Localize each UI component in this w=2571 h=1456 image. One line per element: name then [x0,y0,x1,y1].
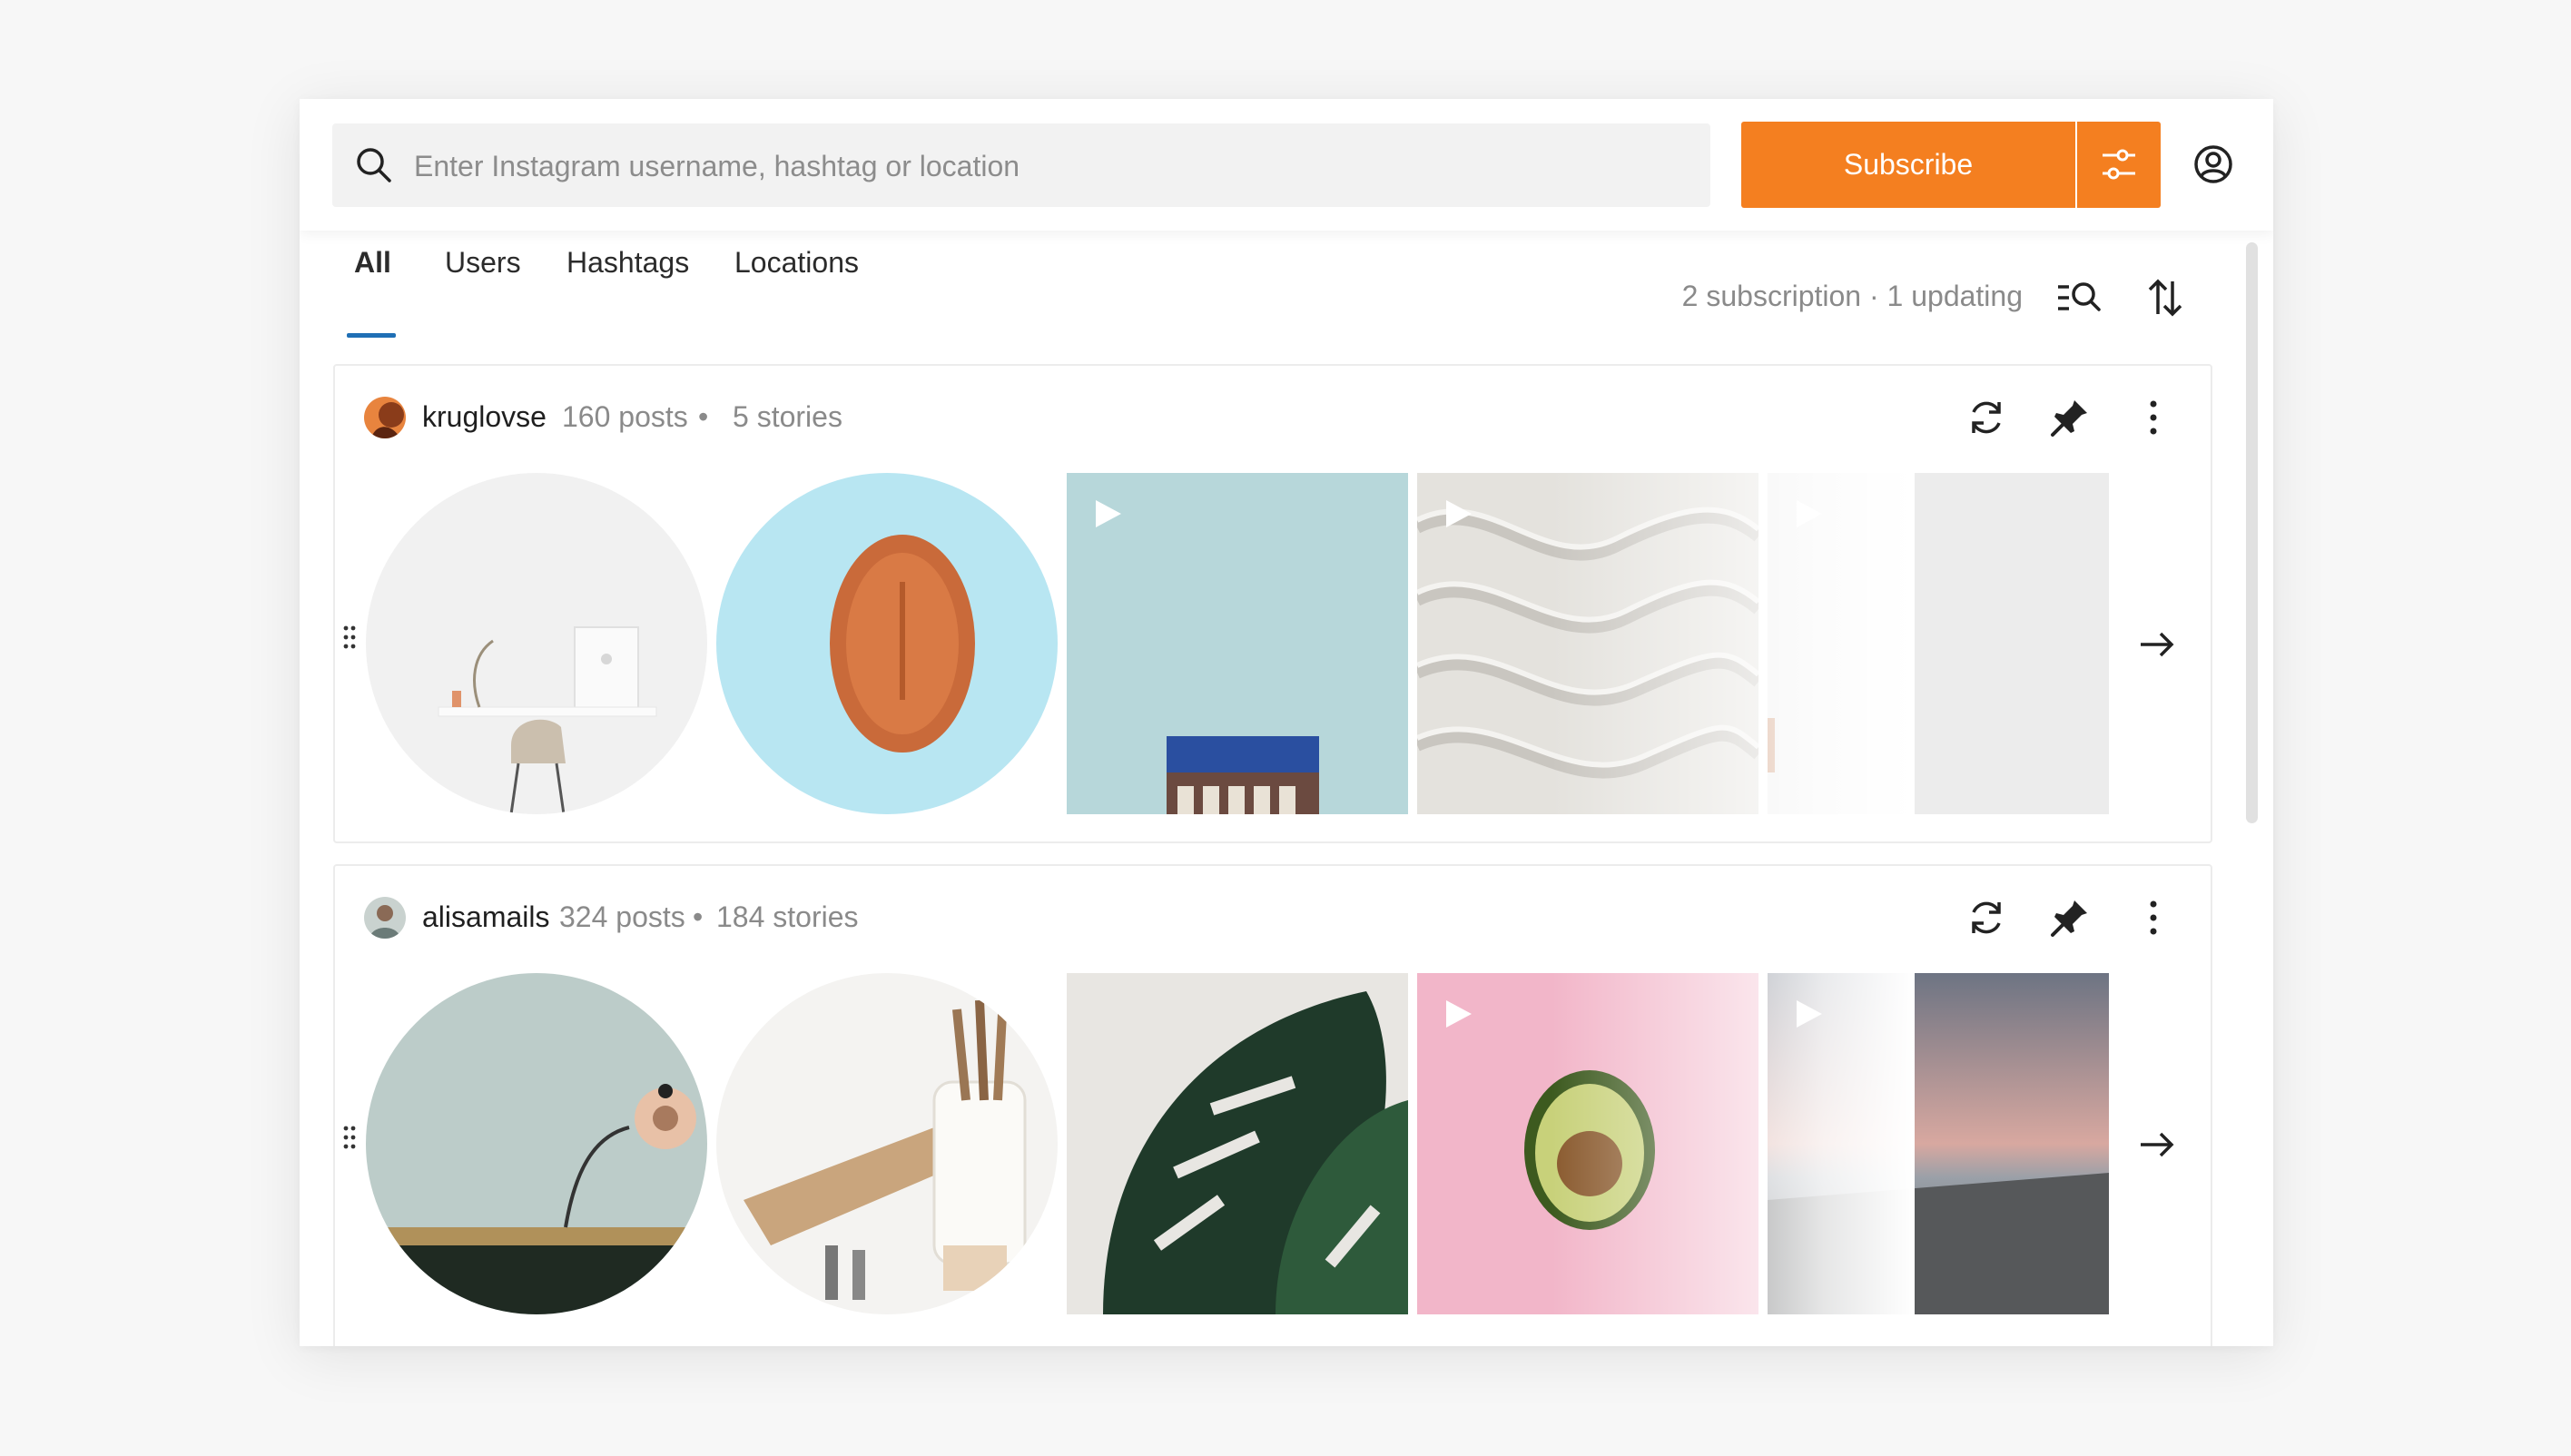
refresh-icon[interactable] [1965,397,2007,438]
active-tab-indicator [347,333,396,338]
stories-count: 184 stories [716,900,859,933]
posts-count: 160 posts [562,400,688,433]
avatar[interactable] [364,397,406,438]
avatar[interactable] [364,897,406,939]
drag-handle-icon[interactable] [342,625,357,650]
meta-separator: • [693,900,704,933]
posts-count: 324 posts [559,900,685,933]
tab-hashtags[interactable]: Hashtags [566,246,689,280]
app-window: Subscribe All Users Hashtags Locations 2… [300,99,2273,1346]
refresh-icon[interactable] [1965,897,2007,939]
search-box[interactable] [332,123,1710,209]
more-vertical-icon[interactable] [2133,897,2174,939]
sort-icon[interactable] [2147,278,2183,318]
tab-all[interactable]: All [354,246,391,280]
story-thumbnail[interactable] [716,973,1058,1314]
subscribe-button[interactable]: Subscribe [1741,122,2075,208]
video-thumbnail[interactable] [1768,473,2109,814]
story-thumbnail[interactable] [366,973,707,1314]
meta-separator: • [698,400,709,433]
search-list-icon[interactable] [2056,280,2102,316]
video-thumbnail[interactable] [1768,973,2109,1314]
search-icon [357,148,391,182]
subscription-counter: 2 subscription · 1 updating [1681,280,2023,312]
play-icon [1096,500,1121,527]
top-bar: Subscribe [300,99,2273,231]
play-icon [1797,500,1822,527]
user-circle-icon[interactable] [2193,144,2233,184]
play-icon [1446,500,1472,527]
pin-icon[interactable] [2049,397,2091,438]
video-thumbnail[interactable] [1417,973,1758,1314]
drag-handle-icon[interactable] [342,1125,357,1150]
play-icon [1446,1000,1472,1028]
username[interactable]: kruglovse [422,400,547,434]
video-thumbnail[interactable] [1067,473,1408,814]
subscription-card: alisamails 324 posts • 184 stories [333,864,2212,1346]
sliders-icon [2103,149,2135,180]
more-vertical-icon[interactable] [2133,397,2174,438]
search-input[interactable] [412,123,1687,209]
tab-locations[interactable]: Locations [734,246,859,280]
video-thumbnail[interactable] [1417,473,1758,814]
story-thumbnail[interactable] [716,473,1058,814]
subscription-card: kruglovse 160 posts • 5 stories [333,364,2212,843]
arrow-right-icon[interactable] [2137,1125,2177,1165]
scrollbar-thumb[interactable] [2246,242,2258,823]
story-thumbnail[interactable] [366,473,707,814]
pin-icon[interactable] [2049,897,2091,939]
post-thumbnail[interactable] [1067,973,1408,1314]
arrow-right-icon[interactable] [2137,625,2177,664]
username[interactable]: alisamails [422,900,549,934]
stories-count: 5 stories [733,400,842,433]
play-icon [1797,1000,1822,1028]
filters-button[interactable] [2077,122,2161,208]
tab-users[interactable]: Users [445,246,521,280]
